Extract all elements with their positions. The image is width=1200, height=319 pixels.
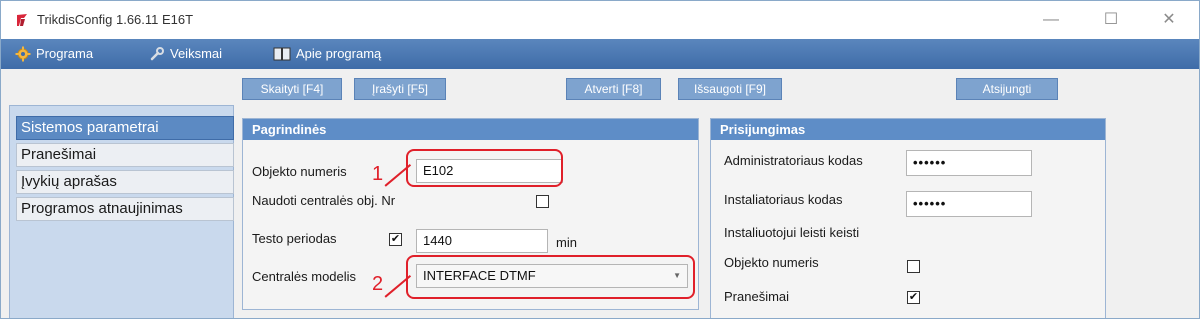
disconnect-button[interactable]: Atsijungti bbox=[956, 78, 1058, 100]
login-group-title: Prisijungimas bbox=[711, 119, 1105, 140]
installer-code-label: Instaliatoriaus kodas bbox=[724, 192, 843, 207]
menu-apie-programa[interactable]: Apie programą bbox=[273, 39, 381, 69]
save-button[interactable]: Išsaugoti [F9] bbox=[678, 78, 782, 100]
test-period-label: Testo periodas bbox=[252, 231, 337, 246]
test-period-unit: min bbox=[556, 235, 577, 250]
wrench-icon bbox=[150, 47, 164, 61]
login-group: Prisijungimas Administratoriaus kodas ••… bbox=[710, 118, 1106, 318]
menu-bar: Programa Veiksmai Apie programą bbox=[1, 39, 1199, 69]
sidebar: Sistemos parametrai Pranešimai Įvykių ap… bbox=[9, 105, 234, 318]
read-button[interactable]: Skaityti [F4] bbox=[242, 78, 342, 100]
book-icon bbox=[273, 47, 291, 61]
login-object-number-label: Objekto numeris bbox=[724, 255, 819, 270]
admin-code-input[interactable]: •••••• bbox=[906, 150, 1032, 176]
app-window: TrikdisConfig 1.66.11 E16T — ☐ ✕ Program… bbox=[0, 0, 1200, 319]
central-model-label: Centralės modelis bbox=[252, 269, 357, 284]
gear-icon bbox=[15, 46, 31, 62]
maximize-button[interactable]: ☐ bbox=[1091, 9, 1131, 31]
installer-allowed-label: Instaliuotojui leisti keisti bbox=[724, 225, 860, 240]
object-number-label: Objekto numeris bbox=[252, 164, 347, 179]
minimize-button[interactable]: — bbox=[1031, 9, 1071, 31]
window-title: TrikdisConfig 1.66.11 E16T bbox=[37, 12, 194, 27]
login-messages-checkbox[interactable]: ✔ bbox=[907, 291, 920, 304]
use-central-obj-label: Naudoti centralės obj. Nr bbox=[252, 193, 396, 208]
title-bar: TrikdisConfig 1.66.11 E16T — ☐ ✕ bbox=[1, 1, 1199, 39]
sidebar-item-ivykiu-aprasas[interactable]: Įvykių aprašas bbox=[16, 170, 234, 194]
login-object-number-checkbox[interactable] bbox=[907, 260, 920, 273]
sidebar-item-sistemos-parametrai[interactable]: Sistemos parametrai bbox=[16, 116, 234, 140]
installer-code-input[interactable]: •••••• bbox=[906, 191, 1032, 217]
menu-veiksmai[interactable]: Veiksmai bbox=[149, 39, 222, 69]
use-central-obj-checkbox[interactable] bbox=[536, 195, 549, 208]
test-period-input[interactable]: 1440 bbox=[416, 229, 548, 253]
main-group-title: Pagrindinės bbox=[243, 119, 698, 140]
menu-apie-label: Apie programą bbox=[296, 46, 382, 61]
close-button[interactable]: ✕ bbox=[1149, 9, 1189, 31]
test-period-checkbox[interactable]: ✔ bbox=[389, 233, 402, 246]
menu-veiksmai-label: Veiksmai bbox=[170, 46, 223, 61]
menu-programa-label: Programa bbox=[36, 46, 94, 61]
sidebar-item-pranesimai[interactable]: Pranešimai bbox=[16, 143, 234, 167]
menu-programa[interactable]: Programa bbox=[15, 39, 93, 69]
open-button[interactable]: Atverti [F8] bbox=[566, 78, 661, 100]
admin-code-label: Administratoriaus kodas bbox=[724, 153, 863, 168]
annotation-highlight-object-number bbox=[406, 149, 563, 187]
annotation-marker-1: 1 bbox=[372, 163, 384, 185]
trikdis-logo-icon bbox=[17, 14, 27, 26]
annotation-marker-2: 2 bbox=[372, 273, 384, 295]
sidebar-item-programos-atnaujinimas[interactable]: Programos atnaujinimas bbox=[16, 197, 234, 221]
login-messages-label: Pranešimai bbox=[724, 289, 790, 304]
write-button[interactable]: Įrašyti [F5] bbox=[354, 78, 446, 100]
annotation-highlight-central-model bbox=[406, 255, 695, 299]
